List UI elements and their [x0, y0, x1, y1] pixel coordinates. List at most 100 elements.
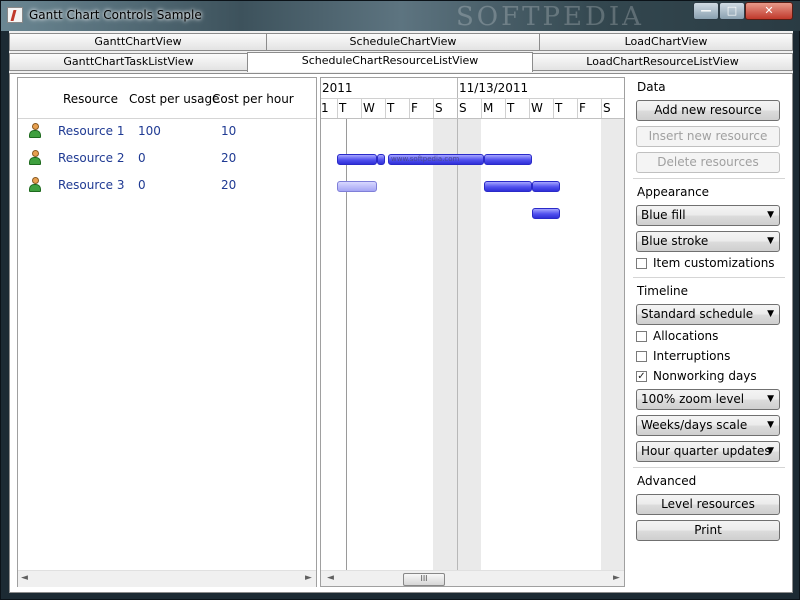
schedule-select[interactable]: Standard schedule ▼	[636, 304, 780, 325]
table-row[interactable]: Resource 3 0 20	[18, 172, 316, 199]
day-label: T	[555, 101, 563, 115]
checkbox-label: Interruptions	[653, 349, 731, 363]
add-new-resource-button[interactable]: Add new resource	[636, 100, 780, 121]
tab-loadchartresourcelistview[interactable]: LoadChartResourceListView	[532, 53, 793, 71]
insert-new-resource-button[interactable]: Insert new resource	[636, 126, 780, 147]
data-group-label: Data	[637, 80, 666, 94]
nonworking-day-column	[433, 118, 457, 570]
nonworking-day-column	[457, 118, 481, 570]
delete-resources-button[interactable]: Delete resources	[636, 152, 780, 173]
schedule-chart[interactable]: 2011 11/13/2011 1 T W T F S S M T W T F …	[320, 77, 625, 587]
chevron-down-icon: ▼	[767, 446, 774, 456]
tab-ganttchartview[interactable]: GanttChartView	[9, 33, 267, 51]
column-header-cost-per-usage[interactable]: Cost per usage	[129, 92, 219, 106]
resource-name: Resource 2	[58, 151, 125, 165]
day-label: S	[603, 101, 611, 115]
day-label: S	[459, 101, 467, 115]
day-label: W	[531, 101, 543, 115]
chevron-down-icon: ▼	[767, 420, 774, 430]
checkbox-label: Allocations	[653, 329, 719, 343]
scale-select[interactable]: Weeks/days scale ▼	[636, 415, 780, 436]
day-label: T	[387, 101, 395, 115]
scroll-right-arrow-icon[interactable]: ►	[613, 573, 620, 583]
chevron-down-icon: ▼	[767, 210, 774, 220]
tab-schedulechartview[interactable]: ScheduleChartView	[266, 33, 540, 51]
assignment-bar[interactable]	[484, 154, 532, 165]
day-label: T	[339, 101, 347, 115]
checkbox-box[interactable]	[636, 351, 647, 362]
watermark-text: SOFTPEDIA	[456, 2, 644, 32]
appearance-group-label: Appearance	[637, 185, 710, 199]
chevron-down-icon: ▼	[767, 394, 774, 404]
group-divider	[633, 277, 785, 278]
print-button[interactable]: Print	[636, 520, 780, 541]
timeline-weeks-header: 2011 11/13/2011	[321, 78, 624, 99]
fill-select[interactable]: Blue fill ▼	[636, 205, 780, 226]
scroll-left-arrow-icon[interactable]: ◄	[327, 573, 334, 583]
cost-per-hour: 10	[221, 124, 237, 138]
day-label: S	[435, 101, 443, 115]
assignment-bar[interactable]	[337, 181, 377, 192]
table-row[interactable]: Resource 2 0 20	[18, 145, 316, 172]
cost-per-usage: 0	[138, 178, 146, 192]
resource-person-icon	[29, 123, 41, 139]
assignment-bar[interactable]	[377, 154, 385, 165]
day-label: T	[507, 101, 515, 115]
minimize-button[interactable]: —	[693, 2, 719, 20]
assignment-bar[interactable]	[532, 181, 560, 192]
resource-name: Resource 3	[58, 178, 125, 192]
advanced-group-label: Advanced	[637, 474, 697, 488]
client-area: GanttChartView ScheduleChartView LoadCha…	[9, 31, 793, 593]
group-divider	[633, 467, 785, 468]
checkbox-box[interactable]	[636, 331, 647, 342]
title-bar[interactable]: Gantt Chart Controls Sample SOFTPEDIA — …	[1, 1, 800, 32]
assignment-bar[interactable]	[484, 181, 532, 192]
resource-name: Resource 1	[58, 124, 125, 138]
cost-per-hour: 20	[221, 178, 237, 192]
check-icon[interactable]: ✓	[636, 371, 647, 382]
nonworking-day-column	[601, 118, 624, 570]
table-row[interactable]: Resource 1 100 10	[18, 118, 316, 145]
stroke-select[interactable]: Blue stroke ▼	[636, 231, 780, 252]
tab-loadchartview[interactable]: LoadChartView	[539, 33, 793, 51]
group-divider	[633, 178, 785, 179]
zoom-select[interactable]: 100% zoom level ▼	[636, 389, 780, 410]
resource-grid: Resource Cost per usage Cost per hour Re…	[17, 77, 317, 587]
app-window: Gantt Chart Controls Sample SOFTPEDIA — …	[0, 0, 800, 600]
assignment-bar[interactable]: www.softpedia.com	[388, 154, 484, 165]
day-label: F	[579, 101, 586, 115]
maximize-button[interactable]: □	[719, 2, 745, 20]
assignment-bar[interactable]	[337, 154, 377, 165]
fill-select-value: Blue fill	[641, 208, 686, 222]
scroll-left-arrow-icon[interactable]: ◄	[21, 573, 28, 583]
grid-horizontal-scrollbar[interactable]: ◄ ►	[18, 570, 316, 587]
tab-schedulechartresourcelistview[interactable]: ScheduleChartResourceListView	[247, 52, 533, 72]
resource-person-icon	[29, 150, 41, 166]
checkbox-box[interactable]	[636, 258, 647, 269]
scroll-right-arrow-icon[interactable]: ►	[305, 573, 312, 583]
cost-per-usage: 0	[138, 151, 146, 165]
stroke-select-value: Blue stroke	[641, 234, 709, 248]
scale-select-value: Weeks/days scale	[641, 418, 748, 432]
schedule-select-value: Standard schedule	[641, 307, 754, 321]
week-date-label: 11/13/2011	[459, 81, 529, 95]
zoom-select-value: 100% zoom level	[641, 392, 745, 406]
day-label: M	[483, 101, 494, 115]
column-header-resource[interactable]: Resource	[63, 92, 118, 106]
chevron-down-icon: ▼	[767, 309, 774, 319]
window-title: Gantt Chart Controls Sample	[29, 8, 202, 22]
updates-select[interactable]: Hour quarter updates ▼	[636, 441, 780, 462]
grid-header: Resource Cost per usage Cost per hour	[18, 78, 316, 119]
timeline-group-label: Timeline	[637, 284, 689, 298]
scroll-thumb[interactable]: III	[403, 573, 445, 586]
cost-per-hour: 20	[221, 151, 237, 165]
updates-select-value: Hour quarter updates	[641, 444, 771, 458]
tab-ganttcharttasklistview[interactable]: GanttChartTaskListView	[9, 53, 248, 71]
assignment-bar[interactable]	[532, 208, 560, 219]
level-resources-button[interactable]: Level resources	[636, 494, 780, 515]
checkbox-label: Item customizations	[653, 256, 775, 270]
close-button[interactable]: ✕	[745, 2, 793, 20]
week-divider-line	[457, 78, 458, 570]
column-header-cost-per-hour[interactable]: Cost per hour	[212, 92, 294, 106]
chart-horizontal-scrollbar[interactable]: ◄ III ►	[321, 570, 624, 586]
